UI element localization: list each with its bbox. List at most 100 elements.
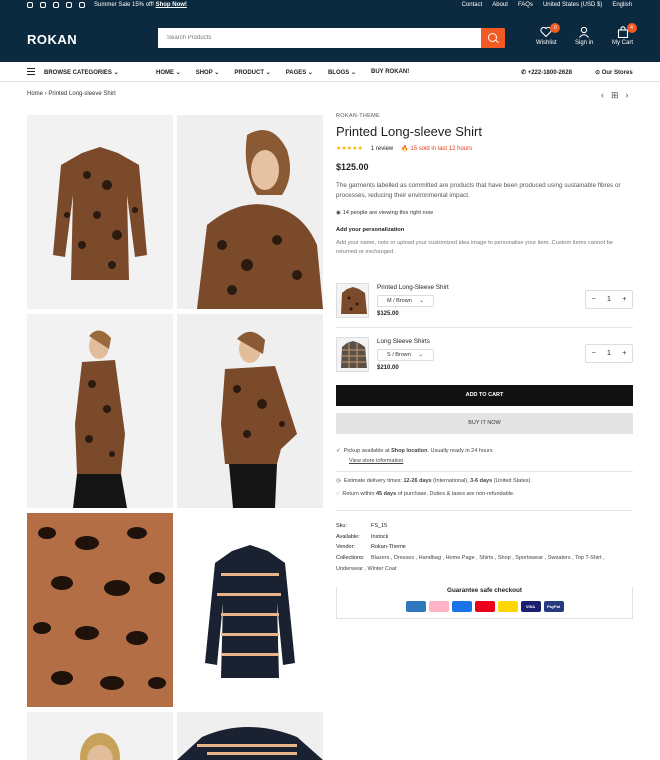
cart-button[interactable]: 4 My Cart [612, 23, 637, 46]
our-stores-link[interactable]: ⊙ Our Stores [595, 69, 633, 76]
menu-icon[interactable] [27, 68, 35, 75]
add-to-cart-button[interactable]: ADD TO CART [336, 385, 633, 406]
gpay-icon [451, 601, 472, 612]
rating-stars[interactable]: ★★★★★ [336, 145, 363, 152]
bundle-item-image[interactable] [336, 283, 369, 318]
vendor-label: Vendor: [336, 544, 355, 551]
product-image[interactable] [177, 314, 323, 508]
buy-now-button[interactable]: BUY IT NOW [336, 413, 633, 434]
delivery-intl-suffix: (International), [433, 478, 469, 484]
return-days: 45 days [375, 491, 397, 497]
location-pin-icon: ⊙ [595, 70, 601, 76]
search-input[interactable] [158, 28, 468, 48]
viewers-count: ◉ 14 people are viewing this right now [336, 210, 633, 216]
youtube-icon[interactable] [53, 2, 59, 8]
bundle-item-price: $210.00 [377, 365, 399, 371]
quantity-value[interactable]: 1 [607, 350, 611, 357]
amex-icon [405, 601, 426, 612]
product-meta: Sku: FS_15 Available: Instock Vendor: Rokan… [336, 521, 633, 575]
x-icon[interactable] [66, 2, 72, 8]
nav-item-product[interactable]: PRODUCT ⌄ [234, 69, 270, 76]
user-icon [578, 26, 590, 38]
bundle-item-name[interactable]: Printed Long-Sleeve Shirt [377, 284, 449, 291]
next-product-icon[interactable]: › [626, 90, 629, 101]
variant-select[interactable]: M / Brown ⌄ [377, 295, 434, 307]
facebook-icon[interactable] [79, 2, 85, 8]
nav-item-pages[interactable]: PAGES ⌄ [286, 69, 313, 76]
product-image[interactable] [27, 115, 173, 309]
clock-icon: ◷ [336, 478, 341, 484]
bundle-item-image[interactable] [336, 337, 369, 372]
payment-methods: VISA PayPal [337, 601, 632, 612]
logo[interactable]: ROKAN [27, 32, 77, 47]
quantity-stepper: − 1 + [585, 290, 633, 309]
faqs-link[interactable]: FAQs [518, 2, 533, 8]
tiktok-icon[interactable] [40, 2, 46, 8]
variant-value: S / Brown [387, 352, 411, 358]
nav-label: PRODUCT [234, 70, 264, 76]
vendor-value[interactable]: Rokan-Theme [371, 544, 406, 550]
product-image[interactable] [177, 115, 323, 309]
wishlist-button[interactable]: 0 Wishlist [536, 23, 561, 46]
search-button[interactable] [481, 28, 505, 48]
quantity-value[interactable]: 1 [607, 296, 611, 303]
bundle-item: Long Sleeve Shirts S / Brown ⌄ $210.00 −… [336, 337, 633, 379]
bundle-item-price: $125.00 [377, 311, 399, 317]
instagram-icon[interactable] [27, 2, 33, 8]
chevron-down-icon: ⌄ [214, 70, 220, 76]
klarna-icon [428, 601, 449, 612]
pickup-location: Shop location [391, 448, 428, 454]
collections-list[interactable]: Blazers , Dresses , Handbag , Home Page … [336, 555, 605, 572]
nav-item-blogs[interactable]: BLOGS ⌄ [328, 69, 356, 76]
browse-categories[interactable]: BROWSE CATEGORIES ⌄ [44, 69, 119, 76]
product-image[interactable] [177, 712, 323, 760]
currency-selector[interactable]: United States (USD $) [543, 2, 602, 8]
product-image[interactable] [27, 513, 173, 707]
product-vendor[interactable]: ROKAN-THEME [336, 113, 633, 119]
rating-row: ★★★★★ 1 review 🔥 15 sold in last 12 hour… [336, 145, 633, 153]
review-count[interactable]: 1 review [371, 146, 393, 152]
about-link[interactable]: About [492, 2, 508, 8]
personalization-note: Add your name, note or upload your custo… [336, 240, 613, 255]
product-image[interactable] [27, 712, 173, 760]
browse-label: BROWSE CATEGORIES [44, 70, 112, 76]
nav-label: BLOGS [327, 70, 350, 76]
nav-menu: HOME ⌄ SHOP ⌄ PRODUCT ⌄ PAGES ⌄ BLOGS ⌄ … [156, 69, 409, 76]
sold-indicator: 🔥 15 sold in last 12 hours [401, 145, 472, 152]
chevron-down-icon: ⌄ [419, 298, 424, 304]
product-title: Printed Long-sleeve Shirt [336, 124, 482, 139]
product-info: ROKAN-THEME Printed Long-sleeve Shirt ★★… [336, 113, 633, 619]
view-store-info-link[interactable]: View store information [349, 458, 403, 464]
shop-now-link[interactable]: Shop Now! [156, 2, 187, 8]
language-selector[interactable]: English [612, 2, 632, 8]
variant-select[interactable]: S / Brown ⌄ [377, 349, 434, 361]
minus-icon[interactable]: − [592, 350, 596, 357]
breadcrumb-home[interactable]: Home [27, 91, 43, 97]
product-image[interactable] [27, 314, 173, 508]
search-bar [158, 28, 505, 48]
nav-item-home[interactable]: HOME ⌄ [156, 69, 181, 76]
delivery-us: 3-6 days [470, 478, 493, 484]
site-header: ROKAN 0 Wishlist Sign in 4 My Cart [0, 11, 660, 62]
product-image[interactable] [177, 513, 323, 707]
plus-icon[interactable]: + [622, 296, 626, 303]
top-bar: Summer Sale 15% off! Shop Now! Contact A… [0, 0, 660, 11]
grid-icon[interactable]: ⊞ [611, 90, 619, 101]
check-icon: ✓ [336, 448, 341, 454]
wishlist-count-badge: 0 [550, 23, 561, 33]
contact-link[interactable]: Contact [462, 2, 483, 8]
main-nav: BROWSE CATEGORIES ⌄ HOME ⌄ SHOP ⌄ PRODUC… [0, 62, 660, 82]
minus-icon[interactable]: − [592, 296, 596, 303]
sign-in-button[interactable]: Sign in [575, 26, 593, 46]
pickup-prefix: Pickup available at [343, 448, 390, 454]
prev-product-icon[interactable]: ‹ [601, 90, 604, 101]
visa-electron-icon [497, 601, 518, 612]
phone-link[interactable]: ✆ +222-1800-2628 [521, 69, 572, 76]
delivery-prefix: Estimate delivery times: [343, 478, 402, 484]
nav-item-shop[interactable]: SHOP ⌄ [196, 69, 220, 76]
nav-item-buy-rokan[interactable]: BUY ROKAN! [371, 69, 409, 76]
plus-icon[interactable]: + [622, 350, 626, 357]
collections-label: Collections: [336, 555, 365, 562]
phone-number: +222-1800-2628 [527, 70, 572, 76]
bundle-item-name[interactable]: Long Sleeve Shirts [377, 338, 430, 345]
